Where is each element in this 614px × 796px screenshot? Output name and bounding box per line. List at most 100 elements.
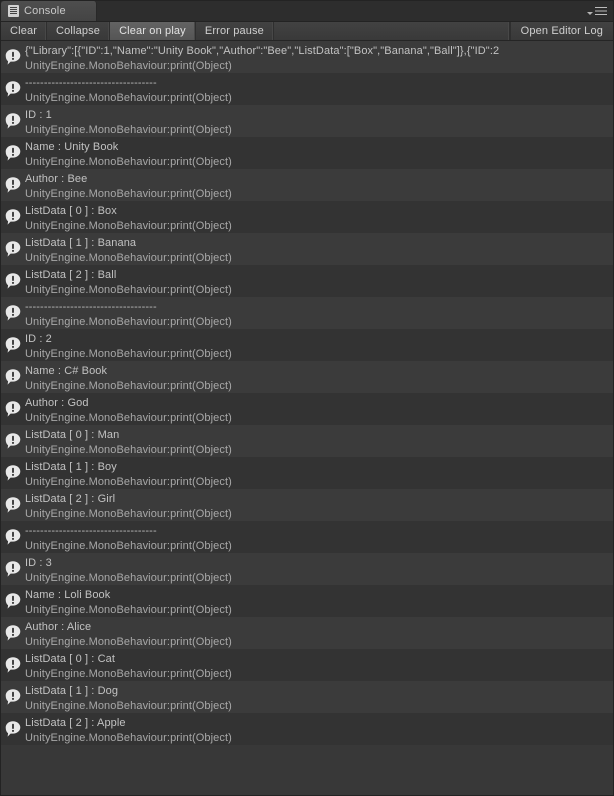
- toolbar-spacer: [274, 22, 510, 40]
- log-entry[interactable]: ----------------------------------- Unity…: [1, 521, 613, 553]
- log-entry-stacktrace: UnityEngine.MonoBehaviour:print(Object): [25, 348, 232, 360]
- log-message-icon: [4, 112, 22, 130]
- log-entry[interactable]: ListData [ 1 ] : Dog UnityEngine.MonoBeha…: [1, 681, 613, 713]
- hamburger-menu-icon: [595, 6, 607, 16]
- log-entry-text: ListData [ 0 ] : Man UnityEngine.MonoBeha…: [25, 428, 613, 458]
- log-entry-text: ListData [ 2 ] : Apple UnityEngine.MonoBe…: [25, 716, 613, 746]
- log-message-icon: [4, 240, 22, 258]
- log-message-icon: [4, 720, 22, 738]
- log-entry-message: ListData [ 1 ] : Banana: [25, 237, 137, 249]
- log-entry-message: ListData [ 1 ] : Boy: [25, 461, 117, 473]
- log-message-icon: [4, 496, 22, 514]
- log-entry-stacktrace: UnityEngine.MonoBehaviour:print(Object): [25, 444, 232, 456]
- log-entry-message: ListData [ 1 ] : Dog: [25, 685, 119, 697]
- log-entry[interactable]: ListData [ 0 ] : Cat UnityEngine.MonoBeha…: [1, 649, 613, 681]
- tab-console-label: Console: [24, 5, 66, 17]
- log-entry[interactable]: Author : Bee UnityEngine.MonoBehaviour:pr…: [1, 169, 613, 201]
- log-entry[interactable]: ListData [ 0 ] : Man UnityEngine.MonoBeha…: [1, 425, 613, 457]
- clear-button[interactable]: Clear: [1, 22, 48, 40]
- log-entry[interactable]: ID : 2 UnityEngine.MonoBehaviour:print(Ob…: [1, 329, 613, 361]
- log-entry-text: Name : Loli Book UnityEngine.MonoBehaviou…: [25, 588, 613, 618]
- log-entry-stacktrace: UnityEngine.MonoBehaviour:print(Object): [25, 380, 232, 392]
- log-entry[interactable]: ListData [ 2 ] : Ball UnityEngine.MonoBeh…: [1, 265, 613, 297]
- log-entry[interactable]: Name : Loli Book UnityEngine.MonoBehaviou…: [1, 585, 613, 617]
- log-entry-text: ----------------------------------- Unity…: [25, 524, 613, 554]
- log-entry-text: ListData [ 1 ] : Dog UnityEngine.MonoBeha…: [25, 684, 613, 714]
- log-entry-text: Name : Unity Book UnityEngine.MonoBehavio…: [25, 140, 613, 170]
- log-entry[interactable]: ListData [ 2 ] : Apple UnityEngine.MonoBe…: [1, 713, 613, 745]
- log-entry-message: Name : C# Book: [25, 365, 108, 377]
- log-message-icon: [4, 144, 22, 162]
- log-entry-stacktrace: UnityEngine.MonoBehaviour:print(Object): [25, 60, 232, 72]
- log-entry-separator: -----------------------------------: [25, 301, 157, 313]
- log-message-icon: [4, 176, 22, 194]
- log-entry-text: Author : Bee UnityEngine.MonoBehaviour:pr…: [25, 172, 613, 202]
- console-log-list[interactable]: {"Library":[{"ID":1,"Name":"Unity Book",…: [1, 41, 613, 795]
- log-entry[interactable]: Name : C# Book UnityEngine.MonoBehaviour:…: [1, 361, 613, 393]
- window-options-button[interactable]: [587, 1, 613, 21]
- log-entry-text: Author : Alice UnityEngine.MonoBehaviour:…: [25, 620, 613, 650]
- log-entry[interactable]: {"Library":[{"ID":1,"Name":"Unity Book",…: [1, 41, 613, 73]
- log-entry-message: ListData [ 0 ] : Man: [25, 429, 120, 441]
- log-message-icon: [4, 528, 22, 546]
- error-pause-toggle[interactable]: Error pause: [196, 22, 274, 40]
- log-entry-stacktrace: UnityEngine.MonoBehaviour:print(Object): [25, 412, 232, 424]
- log-message-icon: [4, 592, 22, 610]
- log-entry-stacktrace: UnityEngine.MonoBehaviour:print(Object): [25, 572, 232, 584]
- log-entry[interactable]: ListData [ 0 ] : Box UnityEngine.MonoBeha…: [1, 201, 613, 233]
- log-message-icon: [4, 464, 22, 482]
- log-entry-stacktrace: UnityEngine.MonoBehaviour:print(Object): [25, 124, 232, 136]
- console-icon: [8, 5, 19, 17]
- log-entry-separator: -----------------------------------: [25, 525, 157, 537]
- log-entry-stacktrace: UnityEngine.MonoBehaviour:print(Object): [25, 540, 232, 552]
- log-entry-text: ID : 1 UnityEngine.MonoBehaviour:print(Ob…: [25, 108, 613, 138]
- titlebar-spacer: [97, 1, 587, 21]
- log-entry-stacktrace: UnityEngine.MonoBehaviour:print(Object): [25, 156, 232, 168]
- log-entry-stacktrace: UnityEngine.MonoBehaviour:print(Object): [25, 316, 232, 328]
- log-entry[interactable]: ----------------------------------- Unity…: [1, 73, 613, 105]
- log-entry-separator: -----------------------------------: [25, 77, 157, 89]
- log-message-icon: [4, 688, 22, 706]
- log-entry[interactable]: Name : Unity Book UnityEngine.MonoBehavio…: [1, 137, 613, 169]
- log-entry-stacktrace: UnityEngine.MonoBehaviour:print(Object): [25, 252, 232, 264]
- log-entry[interactable]: ----------------------------------- Unity…: [1, 297, 613, 329]
- log-entry[interactable]: Author : Alice UnityEngine.MonoBehaviour:…: [1, 617, 613, 649]
- log-entry-message: ID : 1: [25, 109, 52, 121]
- console-toolbar: Clear Collapse Clear on play Error pause…: [1, 22, 613, 41]
- log-entry-message: {"Library":[{"ID":1,"Name":"Unity Book",…: [25, 45, 500, 57]
- log-entry-text: Name : C# Book UnityEngine.MonoBehaviour:…: [25, 364, 613, 394]
- open-editor-log-button[interactable]: Open Editor Log: [509, 22, 613, 40]
- log-entry-text: ID : 3 UnityEngine.MonoBehaviour:print(Ob…: [25, 556, 613, 586]
- log-entry-stacktrace: UnityEngine.MonoBehaviour:print(Object): [25, 604, 232, 616]
- log-entry[interactable]: ID : 3 UnityEngine.MonoBehaviour:print(Ob…: [1, 553, 613, 585]
- log-entry-text: ListData [ 2 ] : Girl UnityEngine.MonoBeh…: [25, 492, 613, 522]
- log-entry-text: ----------------------------------- Unity…: [25, 300, 613, 330]
- log-entry[interactable]: ListData [ 2 ] : Girl UnityEngine.MonoBeh…: [1, 489, 613, 521]
- log-entry-message: ID : 2: [25, 333, 52, 345]
- log-entry-message: Author : God: [25, 397, 89, 409]
- log-entry-stacktrace: UnityEngine.MonoBehaviour:print(Object): [25, 700, 232, 712]
- log-entry-text: ID : 2 UnityEngine.MonoBehaviour:print(Ob…: [25, 332, 613, 362]
- log-entry-text: ----------------------------------- Unity…: [25, 76, 613, 106]
- clear-on-play-toggle[interactable]: Clear on play: [110, 22, 196, 40]
- tab-console[interactable]: Console: [1, 1, 97, 21]
- log-entry-text: ListData [ 0 ] : Box UnityEngine.MonoBeha…: [25, 204, 613, 234]
- log-entry-stacktrace: UnityEngine.MonoBehaviour:print(Object): [25, 220, 232, 232]
- log-entry-message: ListData [ 0 ] : Box: [25, 205, 117, 217]
- log-entry-message: ID : 3: [25, 557, 52, 569]
- log-message-icon: [4, 80, 22, 98]
- log-message-icon: [4, 624, 22, 642]
- log-message-icon: [4, 48, 22, 66]
- log-entry-message: Name : Loli Book: [25, 589, 111, 601]
- collapse-toggle[interactable]: Collapse: [47, 22, 111, 40]
- log-entry[interactable]: ID : 1 UnityEngine.MonoBehaviour:print(Ob…: [1, 105, 613, 137]
- log-entry[interactable]: ListData [ 1 ] : Boy UnityEngine.MonoBeha…: [1, 457, 613, 489]
- log-entry-text: ListData [ 2 ] : Ball UnityEngine.MonoBeh…: [25, 268, 613, 298]
- log-message-icon: [4, 336, 22, 354]
- log-message-icon: [4, 208, 22, 226]
- log-entry[interactable]: ListData [ 1 ] : Banana UnityEngine.MonoB…: [1, 233, 613, 265]
- log-entry[interactable]: Author : God UnityEngine.MonoBehaviour:pr…: [1, 393, 613, 425]
- log-entry-text: {"Library":[{"ID":1,"Name":"Unity Book",…: [25, 44, 613, 74]
- chevron-down-icon: [587, 11, 593, 15]
- log-entry-message: Author : Bee: [25, 173, 88, 185]
